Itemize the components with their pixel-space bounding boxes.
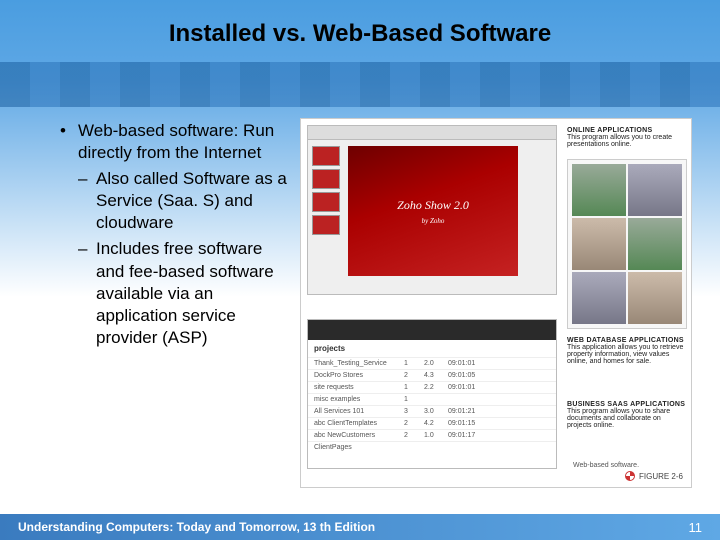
figure-area: Zoho Show 2.0 by Zoho ONLINE APPLICATION… [300,118,692,488]
slide-thumbnails [312,146,344,238]
web-db-head: WEB DATABASE APPLICATIONS [567,337,687,344]
decorative-band [0,62,720,107]
table-row: abc ClientTemplates24.209:01:15 [308,417,556,429]
table-row: misc examples1 [308,393,556,405]
figure-caption: Web-based software. [573,462,683,469]
slide: Installed vs. Web-Based Software Web-bas… [0,0,720,540]
saas-tabbar [308,320,556,340]
zoho-title: Zoho Show 2.0 [397,198,469,213]
table-row: Thank_Testing_Service12.009:01:01 [308,357,556,369]
saas-app-screenshot: projects Thank_Testing_Service12.009:01:… [307,319,557,469]
table-row: site requests12.209:01:01 [308,381,556,393]
saas-body: This program allows you to share documen… [567,408,687,429]
projects-table: Thank_Testing_Service12.009:01:01DockPro… [308,357,556,453]
footer: Understanding Computers: Today and Tomor… [0,514,720,540]
online-apps-head: ONLINE APPLICATIONS [567,127,687,134]
footer-page: 11 [689,520,703,535]
projects-label: projects [308,340,556,357]
table-row: ClientPages [308,441,556,453]
web-db-body: This application allows you to retrieve … [567,344,687,365]
bullet-sub-1: Also called Software as a Service (Saa. … [60,168,290,234]
bullet-main: Web-based software: Run directly from th… [60,120,290,164]
presentation-app-screenshot: Zoho Show 2.0 by Zoho [307,125,557,295]
table-row: DockPro Stores24.309:01:05 [308,369,556,381]
web-db-screenshot [567,159,687,329]
online-apps-body: This program allows you to create presen… [567,134,687,148]
app-toolbar [308,126,556,140]
figure-label: FIGURE 2-6 [625,471,683,481]
footer-book: Understanding Computers: Today and Tomor… [18,520,375,534]
figure-number: FIGURE 2-6 [639,472,683,481]
saas-head: BUSINESS SAAS APPLICATIONS [567,401,687,408]
slide-title: Installed vs. Web-Based Software [0,20,720,48]
bullet-content: Web-based software: Run directly from th… [60,120,290,353]
zoho-byline: by Zoho [422,217,445,225]
table-row: All Services 10133.009:01:21 [308,405,556,417]
online-apps-caption: ONLINE APPLICATIONS This program allows … [567,127,687,148]
bullet-sub-2: Includes free software and fee-based sof… [60,238,290,348]
saas-caption: BUSINESS SAAS APPLICATIONS This program … [567,401,687,429]
table-row: abc NewCustomers21.009:01:17 [308,429,556,441]
web-db-caption: WEB DATABASE APPLICATIONS This applicati… [567,337,687,365]
title-bar: Installed vs. Web-Based Software [0,20,720,48]
slide-canvas: Zoho Show 2.0 by Zoho [348,146,518,276]
publisher-icon [625,471,635,481]
